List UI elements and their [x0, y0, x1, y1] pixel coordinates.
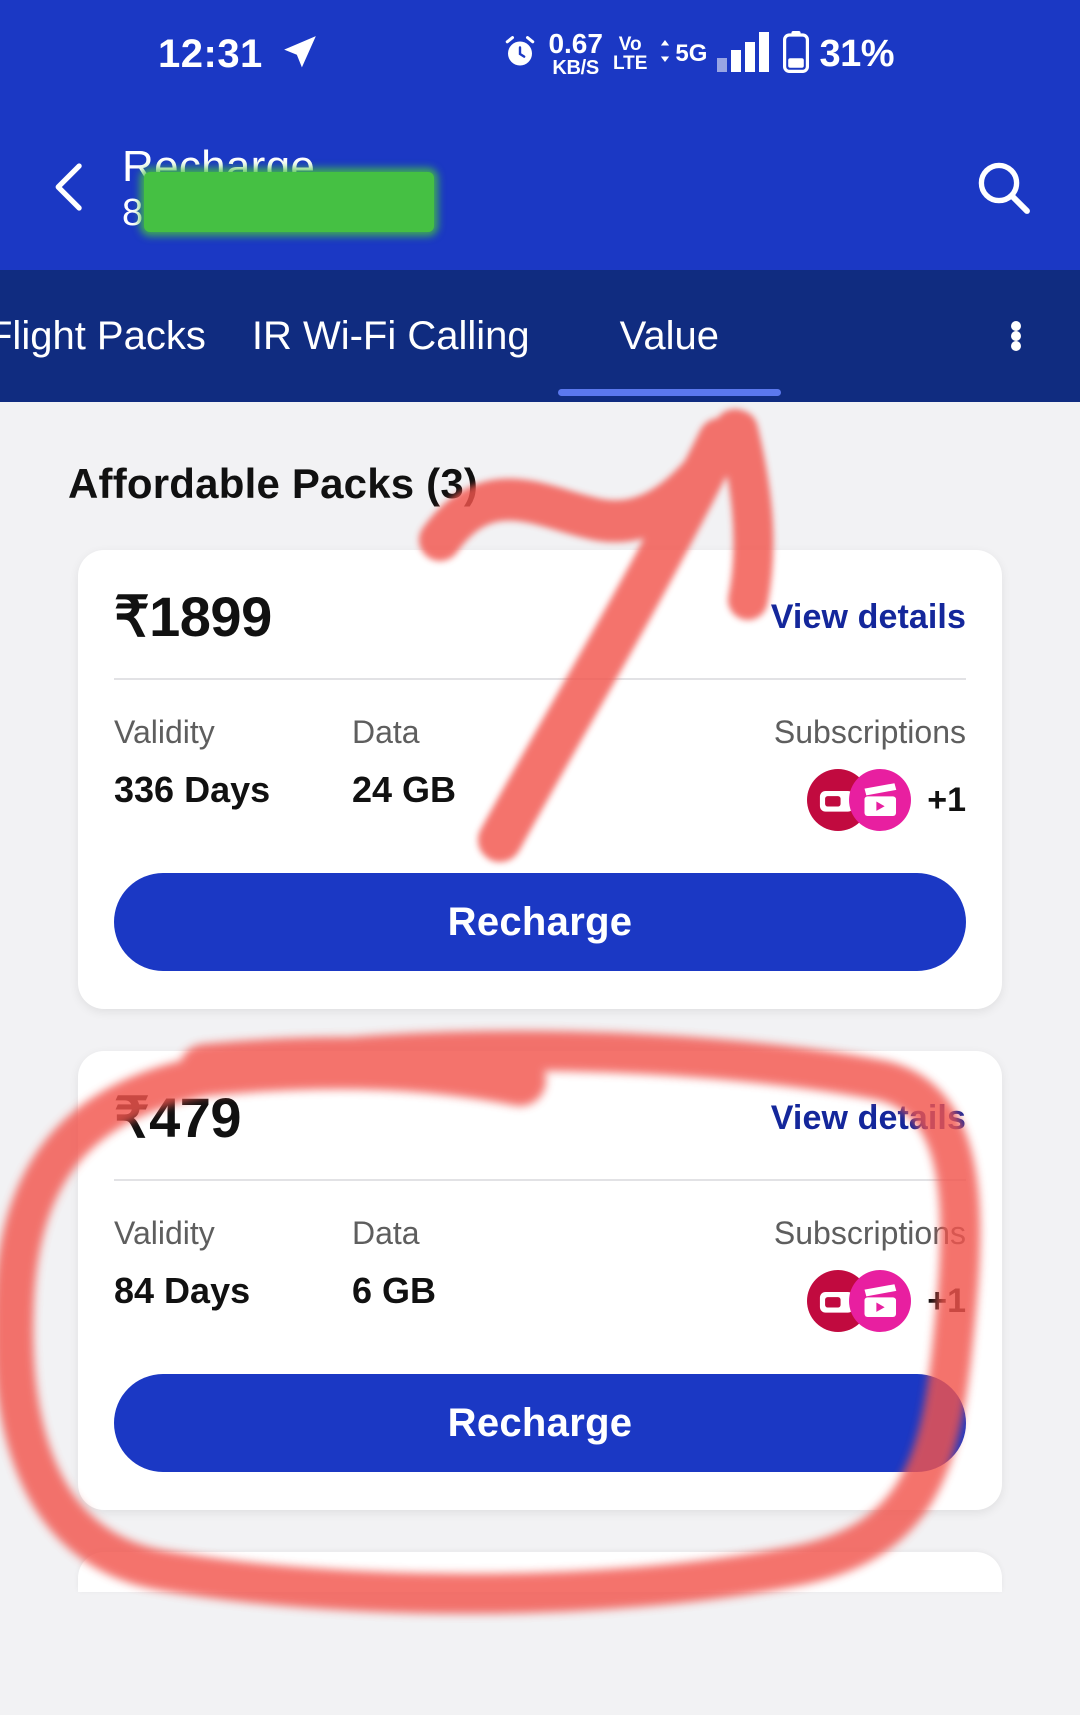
data-transfer-arrows-icon — [661, 40, 670, 62]
app-bar-titles: Recharge 8 — [122, 143, 434, 235]
spec-label: Subscriptions — [773, 714, 966, 750]
spec-value: 6 GB — [352, 1270, 437, 1311]
spec-label: Data — [352, 1215, 420, 1251]
spec-label: Validity — [114, 1215, 215, 1251]
packs-list: Affordable Packs (3) ₹1899 View details … — [0, 402, 1080, 1715]
spec-data: Data 6 GB — [352, 1215, 642, 1312]
subscription-logos: +1 — [807, 1270, 966, 1332]
tab-label: Value — [619, 313, 719, 358]
subscriptions-extra-count: +1 — [927, 1281, 966, 1320]
back-button[interactable] — [34, 152, 108, 226]
pack-card[interactable]: ₹479 View details Validity 84 Days Data … — [78, 1051, 1002, 1510]
recharge-button[interactable]: Recharge — [114, 1374, 966, 1472]
search-button[interactable] — [960, 146, 1046, 232]
spec-label: Subscriptions — [773, 1215, 966, 1251]
logo-stack — [807, 1270, 912, 1332]
app-bar: Recharge 8 — [0, 108, 1080, 270]
section-title: Affordable Packs (3) — [68, 460, 479, 507]
spec-data: Data 24 GB — [352, 714, 642, 811]
spec-label: Validity — [114, 714, 215, 750]
kebab-menu-icon — [1011, 321, 1021, 351]
tab-active-indicator — [557, 389, 781, 396]
jiocinema-icon — [849, 769, 912, 831]
signal-bars-icon — [717, 31, 773, 77]
tab-bar: Flight Packs IR Wi-Fi Calling Value — [0, 270, 1080, 402]
status-bar-left: 12:31 — [158, 32, 319, 77]
network-speed-indicator: 0.67 KB/S — [548, 28, 603, 79]
subscriptions-extra-count: +1 — [927, 780, 966, 819]
pack-price: ₹479 — [114, 1086, 242, 1149]
spec-value: 24 GB — [352, 769, 457, 810]
network-type-label: 5G — [675, 40, 708, 67]
view-details-link[interactable]: View details — [771, 1099, 966, 1138]
redaction-overlay — [144, 172, 434, 233]
battery-percent: 31% — [819, 32, 894, 75]
status-time: 12:31 — [158, 31, 263, 76]
volte-icon: Vo LTE — [613, 35, 647, 73]
tab-label: Flight Packs — [0, 313, 206, 358]
status-bar-right: 0.67 KB/S Vo LTE 5G 31% — [502, 30, 894, 78]
search-icon — [971, 155, 1035, 224]
network-type-indicator: 5G — [657, 40, 707, 68]
network-speed-unit: KB/S — [552, 57, 599, 79]
subscription-logos: +1 — [807, 769, 966, 831]
spec-value: 84 Days — [114, 1270, 251, 1311]
back-chevron-icon — [43, 159, 99, 220]
phone-screen: 12:31 0.67 KB/S Vo LTE 5G 31% Recharge 8… — [0, 0, 1080, 1715]
tab-value[interactable]: Value — [557, 270, 781, 402]
pack-specs: Validity 84 Days Data 6 GB Subscriptions — [114, 1215, 966, 1332]
pack-card[interactable]: ₹1899 View details Validity 336 Days Dat… — [78, 550, 1002, 1009]
tab-flight-packs[interactable]: Flight Packs — [0, 270, 206, 402]
pack-card-header: ₹1899 View details — [114, 584, 966, 650]
jiocinema-icon — [849, 1270, 912, 1332]
phone-number-text: 8 — [122, 192, 144, 235]
battery-icon — [783, 30, 810, 78]
phone-number: 8 — [122, 172, 434, 235]
logo-stack — [807, 769, 912, 831]
pack-card-header: ₹479 View details — [114, 1085, 966, 1151]
view-details-link[interactable]: View details — [771, 598, 966, 637]
spec-label: Data — [352, 714, 420, 750]
pack-card-partial[interactable] — [78, 1552, 1002, 1592]
pack-price: ₹1899 — [114, 585, 272, 648]
spec-subscriptions: Subscriptions +1 — [774, 714, 966, 831]
overflow-menu-button[interactable] — [986, 290, 1046, 382]
alarm-clock-icon — [502, 34, 538, 75]
volte-line-1: Vo — [618, 34, 642, 55]
spec-validity: Validity 336 Days — [114, 714, 352, 811]
volte-line-2: LTE — [612, 53, 648, 74]
tab-ir-wifi-calling[interactable]: IR Wi-Fi Calling — [252, 270, 530, 402]
pack-specs: Validity 336 Days Data 24 GB Subscriptio… — [114, 714, 966, 831]
spec-value: 336 Days — [114, 769, 271, 810]
navigation-icon — [281, 33, 319, 76]
recharge-button[interactable]: Recharge — [114, 873, 966, 971]
spec-subscriptions: Subscriptions +1 — [774, 1215, 966, 1332]
divider — [114, 678, 966, 680]
network-speed-value: 0.67 — [548, 28, 603, 59]
tab-label: IR Wi-Fi Calling — [251, 313, 530, 358]
spec-validity: Validity 84 Days — [114, 1215, 352, 1312]
divider — [114, 1179, 966, 1181]
status-bar: 12:31 0.67 KB/S Vo LTE 5G 31% — [0, 0, 1080, 108]
